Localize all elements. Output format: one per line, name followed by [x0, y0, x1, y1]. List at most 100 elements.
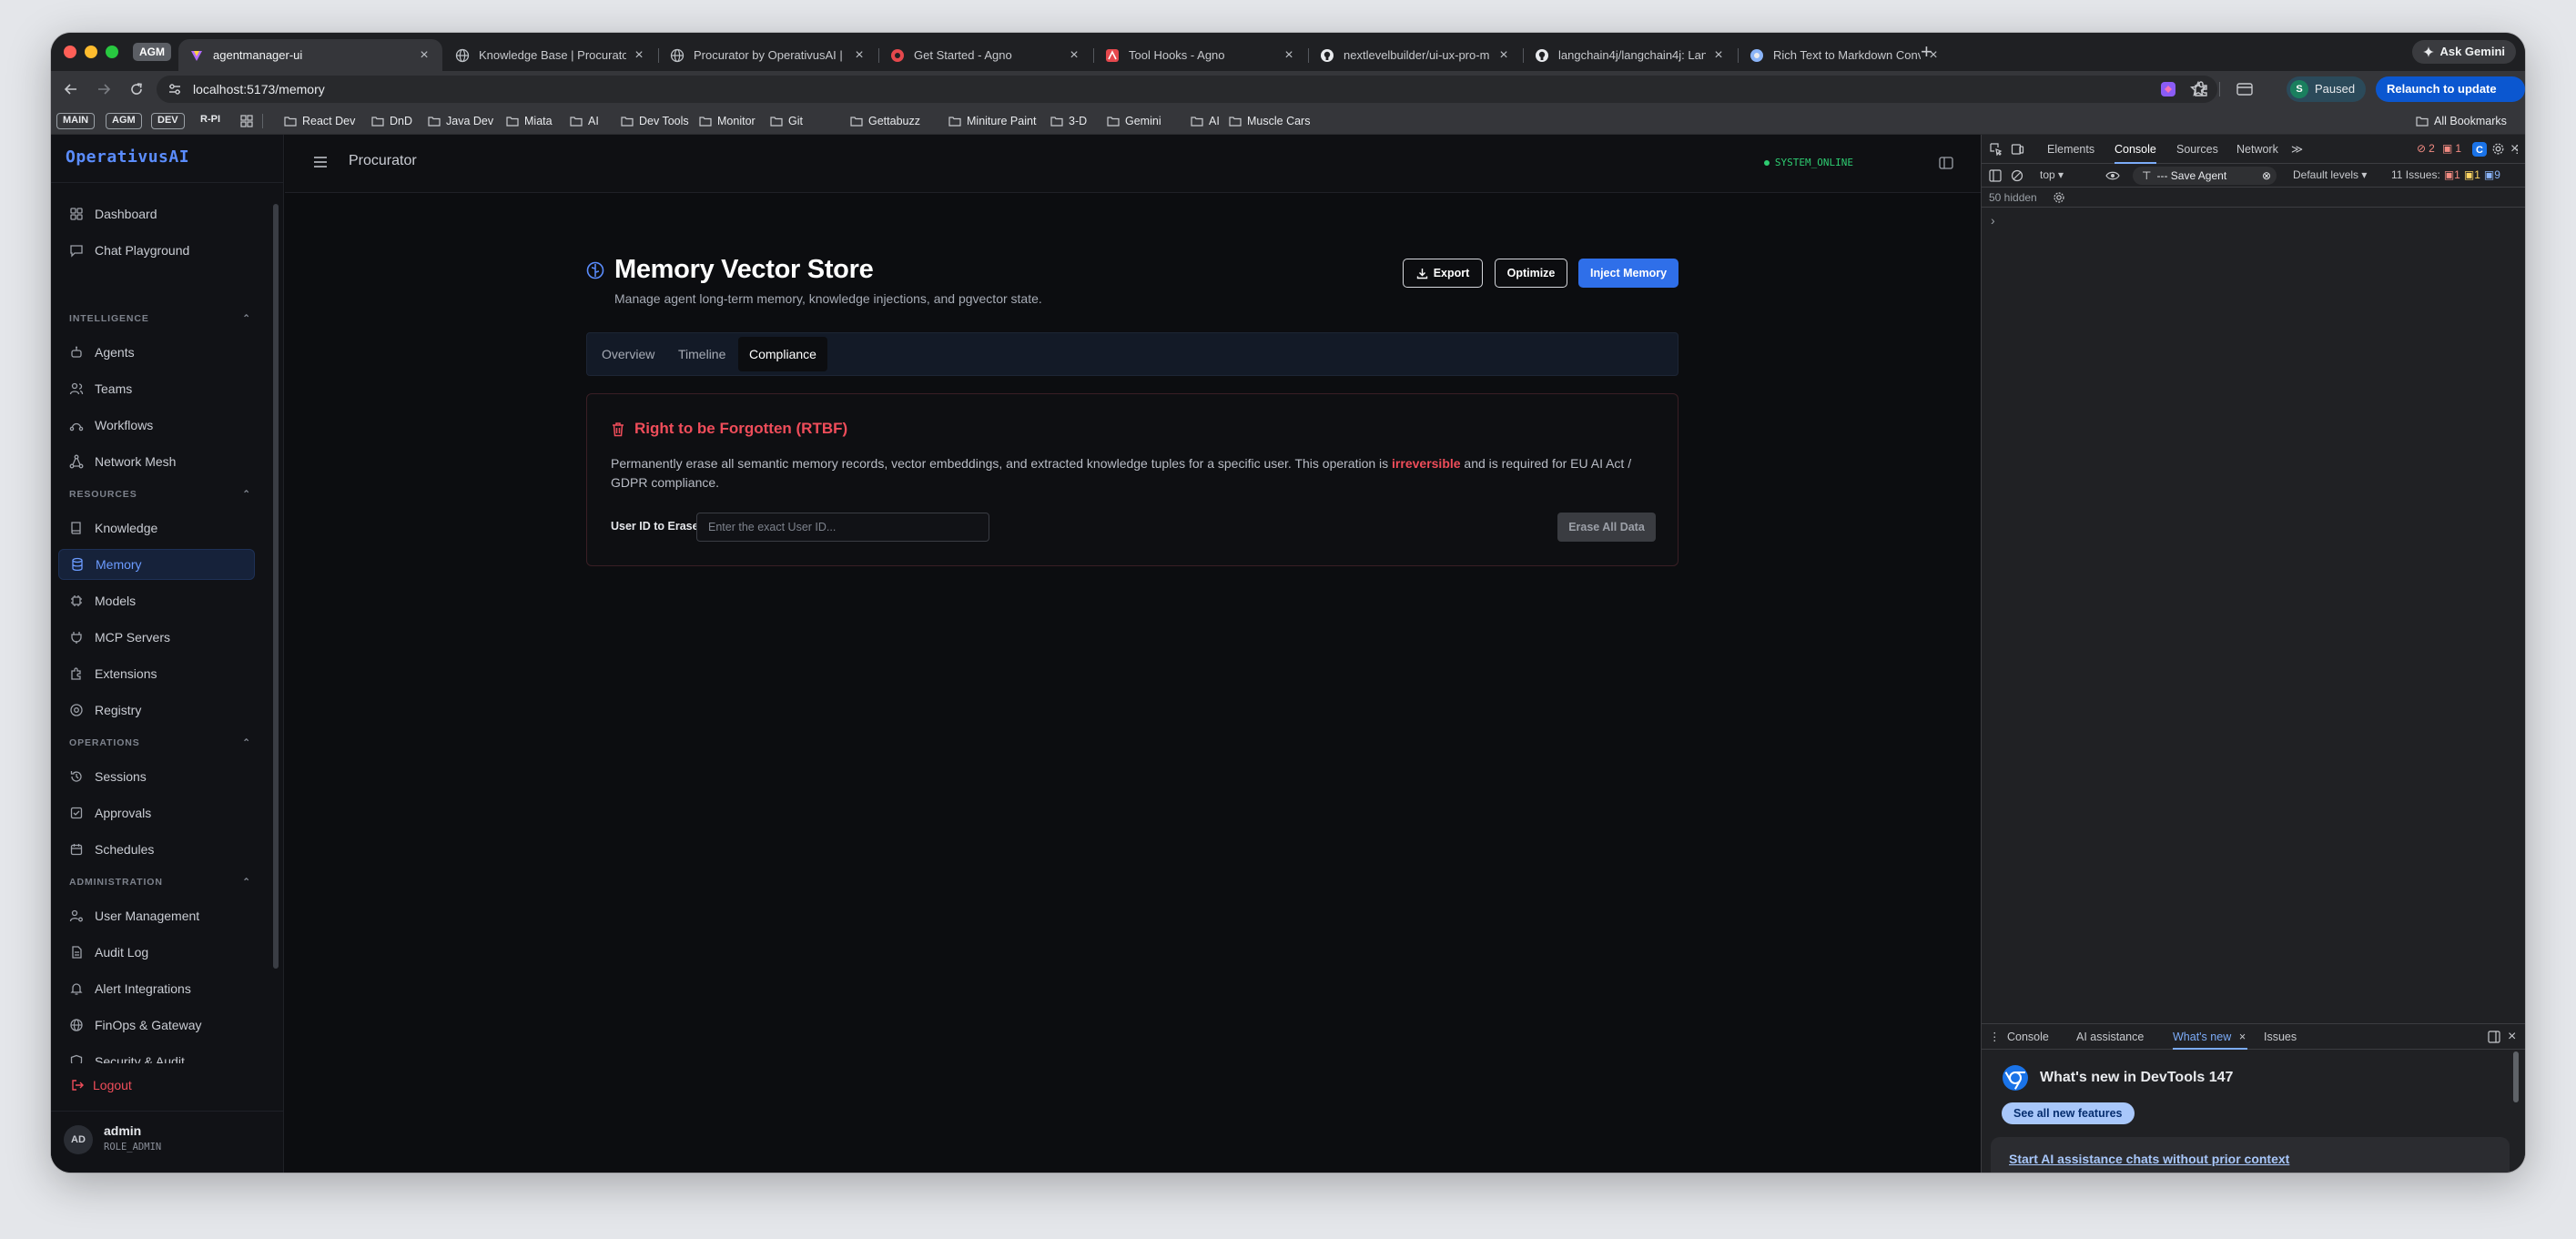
issues-counter[interactable]: 11 Issues: ▣1 ▣1 ▣9 [2391, 168, 2500, 181]
site-settings-icon[interactable] [167, 82, 182, 96]
browser-tab-github-ui-ux[interactable]: nextlevelbuilder/ui-ux-pro-m × [1309, 39, 1522, 71]
devtools-tab-sources[interactable]: Sources [2176, 135, 2218, 164]
close-tab-icon[interactable]: × [852, 47, 867, 63]
bookmark-folder[interactable]: Miata [506, 107, 553, 135]
ai-badge-icon[interactable]: C [2471, 141, 2488, 157]
sidebar-item-finops-gateway[interactable]: FinOps & Gateway [58, 1010, 255, 1041]
tab-overview[interactable]: Overview [591, 337, 665, 371]
sidebar-item-models[interactable]: Models [58, 585, 255, 616]
clear-console-icon[interactable] [2011, 169, 2023, 182]
inspect-element-icon[interactable] [1989, 142, 2003, 156]
drawer-menu-icon[interactable]: ⋮ [1989, 1024, 2001, 1050]
devtools-tab-elements[interactable]: Elements [2047, 135, 2094, 164]
console-settings-icon[interactable] [2053, 191, 2065, 204]
tab-group-label[interactable]: AGM [133, 43, 171, 61]
erase-all-data-button[interactable]: Erase All Data [1557, 513, 1656, 542]
bookmark-tag-agm[interactable]: AGM [106, 113, 142, 129]
bookmark-folder[interactable]: Muscle Cars [1229, 107, 1310, 135]
error-count-badge[interactable]: ⊘ 2 [2417, 142, 2435, 155]
brand-logo[interactable]: OperativusAI [66, 147, 189, 167]
close-window-button[interactable] [64, 46, 76, 58]
bookmark-tag-rpi[interactable]: R-PI [195, 113, 226, 129]
bookmark-folder[interactable]: DnD [371, 107, 412, 135]
bookmark-folder[interactable]: Gettabuzz [850, 107, 920, 135]
bookmark-tag-main[interactable]: MAIN [56, 113, 96, 129]
logout-button[interactable]: Logout [71, 1078, 132, 1092]
bookmark-folder[interactable]: AI [1191, 107, 1220, 135]
sidebar-item-security-audit[interactable]: Security & Audit [58, 1046, 255, 1063]
drawer-tab-ai-assistance[interactable]: AI assistance [2076, 1024, 2144, 1050]
reload-button[interactable] [126, 78, 147, 100]
sidebar-item-network-mesh[interactable]: Network Mesh [58, 446, 255, 477]
see-all-features-button[interactable]: See all new features [2002, 1102, 2135, 1124]
profile-button[interactable]: S Paused [2287, 76, 2367, 102]
sidebar-item-extensions[interactable]: Extensions [58, 658, 255, 689]
sidebar-item-memory[interactable]: Memory [58, 549, 255, 580]
browser-tab-github-langchain4j[interactable]: langchain4j/langchain4j: Lang × [1524, 39, 1737, 71]
bookmark-folder[interactable]: Java Dev [428, 107, 493, 135]
settings-gear-icon[interactable] [2491, 142, 2505, 156]
bookmark-folder[interactable]: 3-D [1050, 107, 1087, 135]
close-devtools-icon[interactable]: × [2510, 135, 2519, 164]
bookmark-folder[interactable]: Miniture Paint [948, 107, 1036, 135]
drawer-tab-issues[interactable]: Issues [2264, 1024, 2297, 1050]
ask-gemini-button[interactable]: Ask Gemini [2412, 40, 2516, 64]
bookmark-folder[interactable]: Monitor [699, 107, 756, 135]
sidebar-item-knowledge[interactable]: Knowledge [58, 513, 255, 543]
devtools-tab-network[interactable]: Network [2236, 135, 2278, 164]
close-tab-icon[interactable]: × [2239, 1024, 2246, 1050]
bookmark-folder[interactable]: Git [770, 107, 803, 135]
bookmark-folder[interactable]: AI [570, 107, 599, 135]
sidebar-item-registry[interactable]: Registry [58, 695, 255, 726]
new-tab-icon[interactable]: + [1921, 40, 1932, 64]
devtools-tab-console[interactable]: Console [2115, 135, 2156, 164]
browser-tab-rich-text-markdown[interactable]: Rich Text to Markdown Conv × [1739, 39, 1952, 71]
browser-tab-procurator[interactable]: Procurator by OperativusAI | × [659, 39, 877, 71]
sidebar-item-workflows[interactable]: Workflows [58, 410, 255, 441]
sidebar-item-alert-integrations[interactable]: Alert Integrations [58, 973, 255, 1004]
forward-button[interactable] [93, 78, 115, 100]
menu-icon[interactable] [312, 155, 329, 169]
sidebar-item-user-management[interactable]: User Management [58, 900, 255, 931]
minimize-window-button[interactable] [85, 46, 97, 58]
drawer-scrollbar[interactable] [2513, 1051, 2519, 1102]
browser-tab-agentmanager[interactable]: agentmanager-ui × [178, 39, 442, 71]
close-tab-icon[interactable]: × [632, 47, 646, 63]
all-bookmarks[interactable]: All Bookmarks [2416, 107, 2507, 135]
sidebar-item-schedules[interactable]: Schedules [58, 834, 255, 865]
console-prompt-caret-icon[interactable]: › [1991, 213, 1995, 228]
sidebar-item-mcp-servers[interactable]: MCP Servers [58, 622, 255, 653]
sidebar-item-audit-log[interactable]: Audit Log [58, 937, 255, 968]
sidebar-item-approvals[interactable]: Approvals [58, 797, 255, 828]
close-drawer-icon[interactable]: × [2508, 1024, 2516, 1050]
browser-tab-get-started-agno[interactable]: Get Started - Agno × [879, 39, 1092, 71]
section-header-operations[interactable]: OPERATIONS ⌃ [69, 737, 251, 748]
context-select[interactable]: top ▾ [2040, 168, 2064, 181]
address-bar[interactable]: localhost:5173/memory [157, 76, 2217, 103]
maximize-window-button[interactable] [106, 46, 118, 58]
sidebar-item-dashboard[interactable]: Dashboard [58, 198, 255, 229]
section-header-administration[interactable]: ADMINISTRATION ⌃ [69, 877, 251, 888]
drawer-tab-console[interactable]: Console [2007, 1024, 2049, 1050]
device-toolbar-icon[interactable] [2011, 142, 2024, 156]
console-filter-input[interactable]: ⊤ --- Save Agent ⊗ [2133, 167, 2277, 185]
extension-app-icon[interactable] [2159, 80, 2177, 98]
section-header-resources[interactable]: RESOURCES ⌃ [69, 489, 251, 500]
user-avatar[interactable]: AD [64, 1125, 93, 1154]
close-tab-icon[interactable]: × [1282, 47, 1296, 63]
warning-count-badge[interactable]: ▣ 1 [2442, 142, 2461, 155]
export-button[interactable]: Export [1403, 259, 1483, 288]
sidebar-item-sessions[interactable]: Sessions [58, 761, 255, 792]
sidebar-item-teams[interactable]: Teams [58, 373, 255, 404]
sidebar-scrollbar[interactable] [273, 204, 279, 969]
log-levels-select[interactable]: Default levels ▾ [2293, 168, 2367, 181]
browser-tab-tool-hooks-agno[interactable]: Tool Hooks - Agno × [1094, 39, 1307, 71]
bookmark-folder[interactable]: Dev Tools [621, 107, 689, 135]
more-tabs-icon[interactable]: ≫ [2291, 135, 2303, 164]
sidebar-item-agents[interactable]: Agents [58, 337, 255, 368]
tab-timeline[interactable]: Timeline [667, 337, 736, 371]
apps-grid-icon[interactable] [240, 115, 253, 127]
panel-toggle-icon[interactable] [1939, 157, 1953, 169]
sidebar-toggle-icon[interactable] [1989, 169, 2002, 182]
back-button[interactable] [60, 78, 82, 100]
